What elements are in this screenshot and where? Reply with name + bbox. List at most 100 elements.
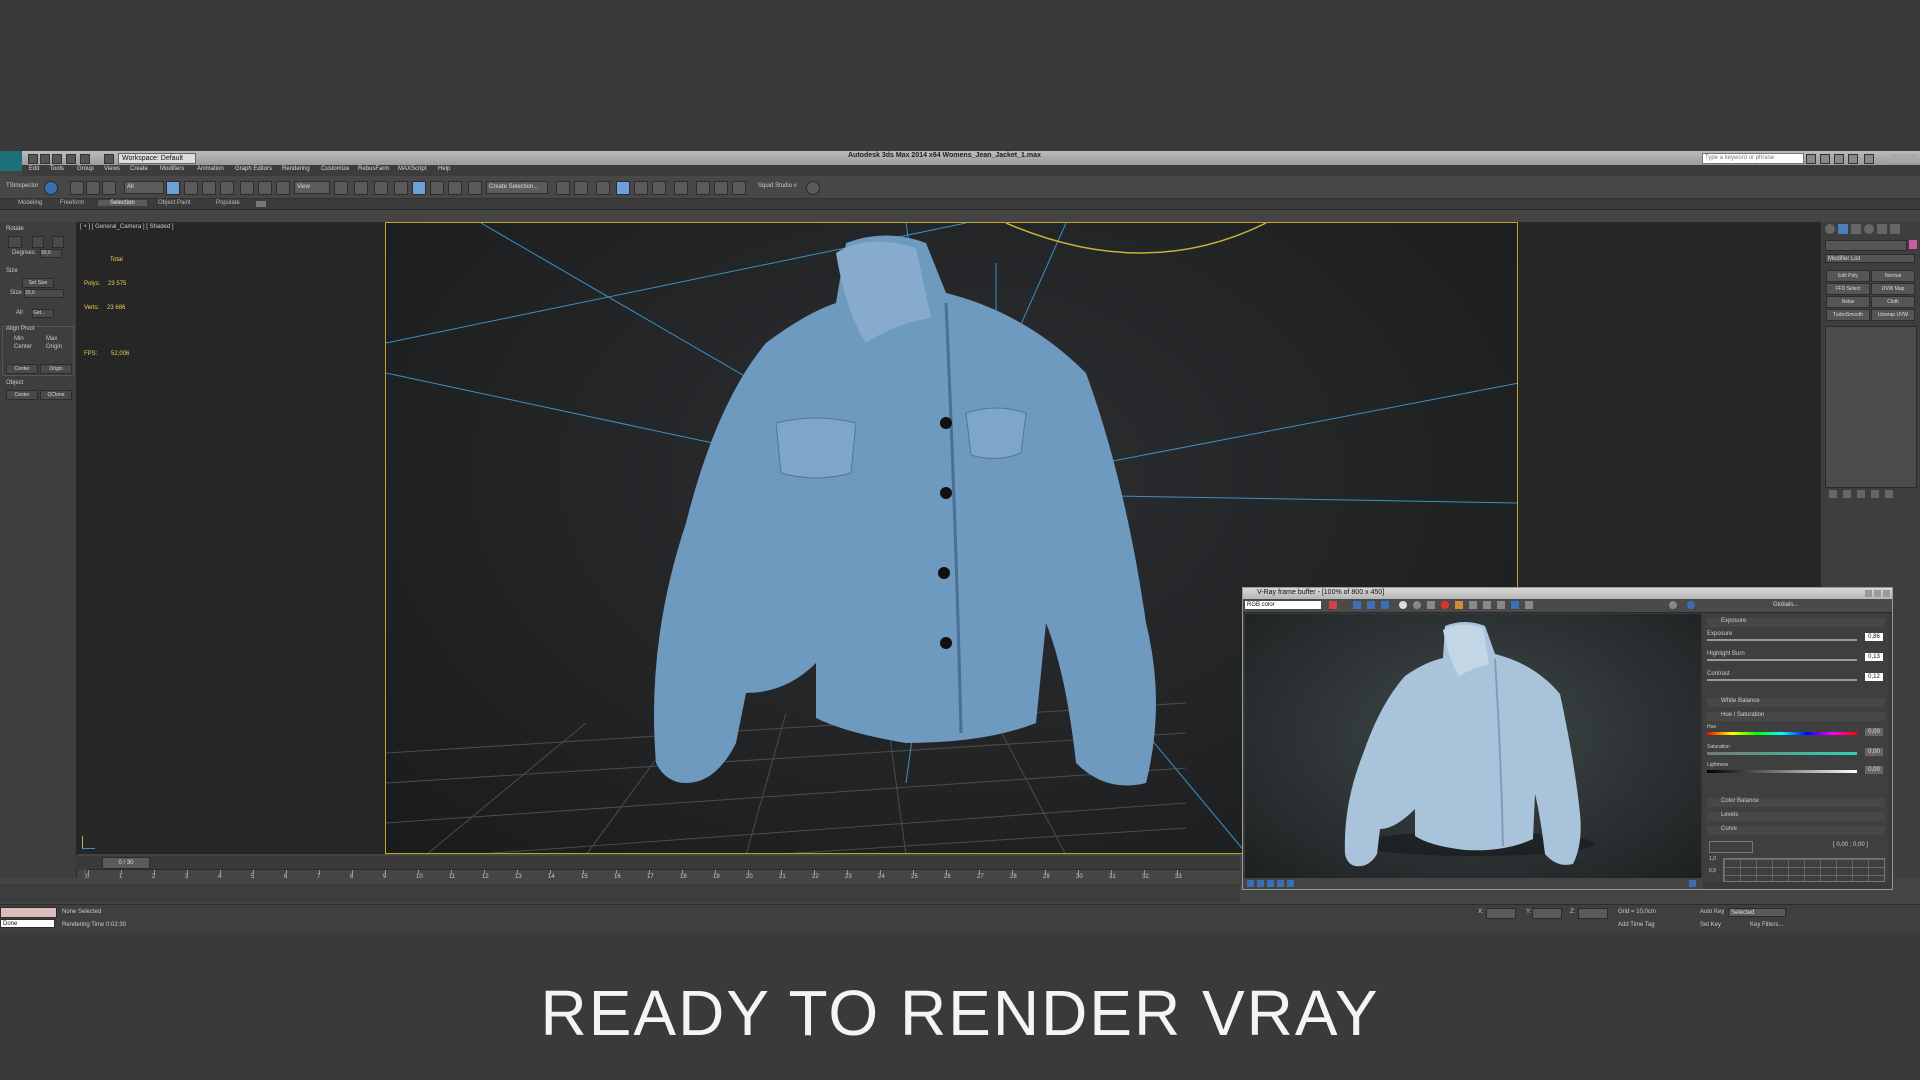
get-button[interactable]: Get... [32, 309, 54, 318]
menu-edit[interactable]: Edit [29, 166, 39, 172]
tab-modeling[interactable]: Modeling [18, 200, 42, 206]
vfb-bottom-tool-3-icon[interactable] [1267, 880, 1274, 887]
vfb-stop-render-icon[interactable] [1441, 601, 1449, 609]
make-unique-icon[interactable] [1857, 490, 1865, 498]
saturation-value-field[interactable]: 0,00 [1865, 748, 1883, 756]
redo-icon[interactable] [80, 154, 90, 164]
edit-named-selection-icon[interactable] [468, 181, 482, 195]
vfb-settings-icon[interactable] [1687, 601, 1695, 609]
all-radio[interactable]: All [16, 310, 23, 316]
inspector-icon[interactable] [44, 181, 58, 195]
vfb-green-channel-icon[interactable] [1367, 601, 1375, 609]
modifier-normal-button[interactable]: Normal [1871, 270, 1915, 282]
snaps-toggle-icon[interactable] [394, 181, 408, 195]
modifier-edit-poly-button[interactable]: Edit Poly [1826, 270, 1870, 282]
center-pivot-button[interactable]: Center [6, 364, 38, 374]
curve-presets-icon[interactable] [1709, 841, 1753, 853]
ribbon-toggle-icon[interactable] [256, 201, 266, 207]
squid-studio-label[interactable]: Squid Studio v [758, 183, 797, 189]
rotate-ccw-icon[interactable] [32, 236, 44, 248]
z-coord-field[interactable] [1578, 908, 1608, 919]
tab-freeform[interactable]: Freeform [60, 200, 84, 206]
favorites-icon[interactable] [1834, 154, 1844, 164]
menu-graph-editors[interactable]: Graph Editors [235, 166, 272, 172]
min-radio[interactable]: Min [14, 336, 24, 342]
select-rotate-icon[interactable] [258, 181, 272, 195]
lightness-slider[interactable] [1707, 770, 1857, 773]
tab-populate[interactable]: Populate [216, 200, 240, 206]
render-setup-icon[interactable] [696, 181, 710, 195]
add-time-tag-button[interactable]: Add Time Tag [1618, 922, 1655, 928]
origin-radio[interactable]: Origin [46, 344, 62, 350]
modifier-list-dropdown[interactable]: Modifier List [1825, 254, 1915, 263]
rendered-frame-window-icon[interactable] [714, 181, 728, 195]
layer-manager-icon[interactable] [596, 181, 610, 195]
saturation-slider[interactable] [1707, 752, 1857, 755]
modifier-cloth-button[interactable]: Cloth [1871, 296, 1915, 308]
modifier-ffd-select-button[interactable]: FFD Select [1826, 283, 1870, 295]
degrees-field[interactable]: 90,0 [40, 249, 62, 258]
contrast-value-field[interactable]: 0,12 [1865, 673, 1883, 681]
modifier-unwrap-uvw-button[interactable]: Unwrap UVW [1871, 309, 1915, 321]
origin-pivot-button[interactable]: Origin [40, 364, 72, 374]
vfb-pixel-info-icon[interactable] [1525, 601, 1533, 609]
modifier-relax-button[interactable]: Relax [1826, 296, 1870, 308]
vfb-region-render-icon[interactable] [1469, 601, 1477, 609]
auto-key-button[interactable]: Auto Key [1700, 909, 1724, 915]
key-mode-dropdown[interactable]: Selected [1728, 908, 1786, 917]
help-icon[interactable] [1864, 154, 1874, 164]
vfb-blue-channel-icon[interactable] [1381, 601, 1389, 609]
object-color-swatch[interactable] [1909, 240, 1917, 249]
vray-frame-buffer-window[interactable]: V-Ray frame buffer - [100% of 800 x 450]… [1242, 587, 1893, 890]
menu-group[interactable]: Group [77, 166, 94, 172]
tab-object-paint[interactable]: Object Paint [158, 200, 191, 206]
menu-views[interactable]: Views [104, 166, 120, 172]
workspace-dropdown[interactable]: Workspace: Default [118, 153, 196, 164]
unlink-icon[interactable] [86, 181, 100, 195]
vfb-color-correction-icon[interactable] [1511, 601, 1519, 609]
vfb-close-icon[interactable] [1883, 590, 1890, 597]
modifier-uvw-map-button[interactable]: UVW Map [1871, 283, 1915, 295]
set-size-button[interactable]: Set Size [22, 278, 54, 288]
menu-animation[interactable]: Animation [197, 166, 224, 172]
undo-icon[interactable] [66, 154, 76, 164]
mirror-icon[interactable] [556, 181, 570, 195]
vfb-minimize-icon[interactable] [1865, 590, 1872, 597]
squid-studio-icon[interactable] [806, 181, 820, 195]
sign-in-icon[interactable] [1848, 154, 1858, 164]
vfb-title-bar[interactable]: V-Ray frame buffer - [100% of 800 x 450] [1243, 588, 1892, 599]
exposure-value-field[interactable]: 0,86 [1865, 633, 1883, 641]
rotate-toggle-icon[interactable] [8, 236, 22, 248]
vfb-mono-icon[interactable] [1413, 601, 1421, 609]
denim-jacket-model[interactable] [654, 235, 1156, 786]
vfb-bottom-tool-1-icon[interactable] [1247, 880, 1254, 887]
spinner-snap-icon[interactable] [448, 181, 462, 195]
modify-tab-icon[interactable] [1838, 224, 1848, 234]
tab-selection[interactable]: Selection [98, 200, 147, 206]
select-scale-icon[interactable] [276, 181, 290, 195]
pin-stack-icon[interactable] [1829, 490, 1837, 498]
angle-snap-icon[interactable] [412, 181, 426, 195]
link-icon[interactable] [70, 181, 84, 195]
select-move-icon[interactable] [240, 181, 254, 195]
object-center-button[interactable]: Center [6, 390, 38, 400]
exposure-header[interactable]: Exposure [1707, 618, 1885, 627]
show-end-result-icon[interactable] [1843, 490, 1851, 498]
hue-slider[interactable] [1707, 732, 1857, 735]
color-balance-header[interactable]: Color Balance [1707, 798, 1885, 807]
highlight-burn-slider[interactable] [1707, 659, 1857, 661]
curve-editor-icon[interactable] [634, 181, 648, 195]
menu-modifiers[interactable]: Modifiers [160, 166, 184, 172]
percent-snap-icon[interactable] [430, 181, 444, 195]
x-coord-field[interactable] [1486, 908, 1516, 919]
max-radio[interactable]: Max [46, 336, 57, 342]
hue-saturation-header[interactable]: Hue / Saturation [1707, 712, 1885, 721]
modifier-stack-list[interactable] [1825, 326, 1917, 488]
maxscript-output-field[interactable]: Done [0, 919, 55, 928]
named-selection-dropdown[interactable]: Create Selection... [486, 181, 548, 194]
y-coord-field[interactable] [1532, 908, 1562, 919]
contrast-slider[interactable] [1707, 679, 1857, 681]
menu-rebusfarm[interactable]: RebusFarm [358, 166, 389, 172]
set-key-button[interactable]: Set Key [1700, 922, 1721, 928]
vfb-save-icon[interactable] [1427, 601, 1435, 609]
